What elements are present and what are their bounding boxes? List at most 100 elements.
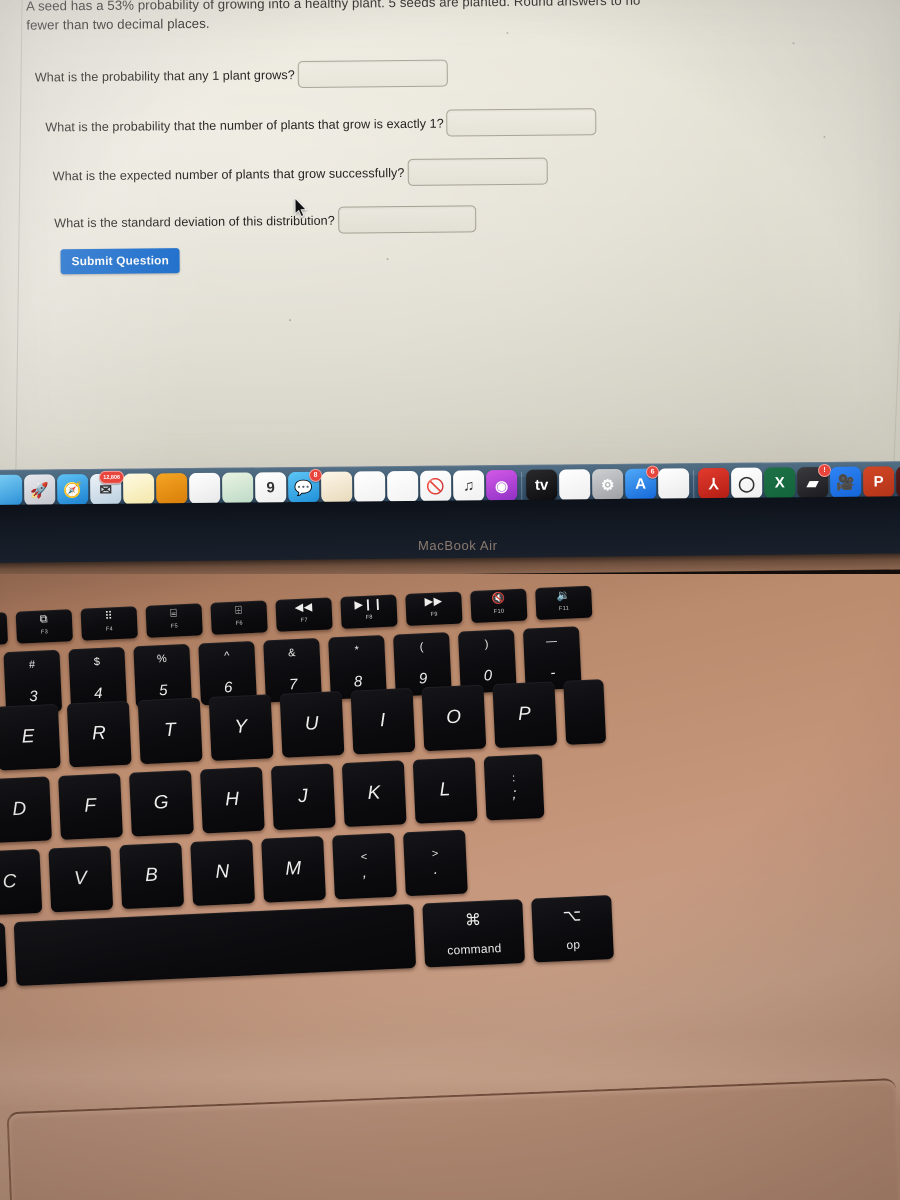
dock-separator — [521, 471, 523, 500]
dock-contacts-icon[interactable] — [321, 471, 353, 508]
answer-input-4[interactable] — [337, 205, 476, 234]
f-key[interactable]: F — [58, 773, 123, 840]
answer-input-2[interactable] — [446, 108, 597, 137]
dock-no-entry-icon[interactable]: 🚫 — [420, 470, 452, 502]
semicolon-key[interactable]: :; — [483, 754, 545, 821]
t-key[interactable]: T — [137, 697, 203, 765]
dock-podcasts-icon[interactable]: ◉ — [486, 469, 518, 502]
macbook-model-label: MacBook Air — [418, 538, 498, 553]
key-letter: V — [73, 867, 88, 890]
keyboard-dim-key[interactable]: ⌸ F5 — [145, 603, 203, 638]
dock-mail-icon[interactable]: ✉ 12,806 — [90, 470, 125, 510]
key-letter: K — [367, 782, 382, 804]
brightness-up-key[interactable]: ☀F2 — [0, 612, 9, 647]
y-key[interactable]: Y — [208, 694, 274, 761]
period-key[interactable]: >. — [403, 829, 468, 897]
dock-maps-icon[interactable] — [222, 472, 254, 509]
r-key[interactable]: R — [66, 700, 132, 768]
dock-photos-icon[interactable] — [658, 468, 690, 500]
dock-system-preferences-icon[interactable]: ⚙ — [592, 468, 624, 501]
keyboard-bright-key[interactable]: ⌹ F6 — [210, 600, 268, 635]
dock-launchpad-icon[interactable]: 🚀 — [24, 474, 56, 506]
o-key[interactable]: O — [421, 684, 487, 752]
key-shift-glyph: $ — [93, 655, 101, 669]
space-key[interactable] — [13, 903, 417, 987]
dock-zoom-icon[interactable]: 🎥 — [830, 466, 862, 503]
comma-key[interactable]: <, — [332, 832, 397, 900]
key-main-glyph: 9 — [418, 670, 428, 688]
n-key[interactable]: N — [190, 839, 256, 906]
dock-reminders-icon[interactable] — [189, 472, 221, 505]
play-pause-key[interactable]: ▶❙❙ F8 — [340, 594, 398, 629]
j-key[interactable]: J — [270, 763, 336, 831]
dock-appletv-icon[interactable]: tv — [526, 469, 558, 501]
question-row-3: What is the expected number of plants th… — [53, 157, 548, 190]
question-prompt: A seed has a 53% probability of growing … — [26, 0, 641, 33]
right-option-key[interactable]: ⌥ op — [531, 895, 614, 963]
dock-separator — [693, 469, 695, 498]
answer-input-3[interactable] — [407, 157, 548, 186]
d-key[interactable]: D — [0, 776, 53, 844]
mute-key[interactable]: 🔇 F10 — [470, 588, 528, 624]
dock-powerpoint-icon[interactable]: P — [863, 466, 895, 503]
e-key[interactable]: E — [0, 703, 61, 771]
v-key[interactable]: V — [48, 845, 114, 913]
dock-acrobat-icon[interactable]: ⅄ — [698, 467, 730, 505]
m-key[interactable]: M — [261, 836, 326, 903]
key-shift-glyph: < — [360, 851, 368, 864]
key-shift-glyph: : — [511, 772, 516, 785]
g-key[interactable]: G — [129, 769, 194, 837]
dock-app-store-icon[interactable]: A6 — [625, 465, 660, 500]
launchpad-key[interactable]: ⠿ F4 — [80, 606, 138, 641]
u-key[interactable]: U — [279, 691, 345, 758]
i-key[interactable]: I — [350, 687, 416, 755]
dock-wolfram-icon[interactable]: ✎ — [896, 465, 900, 498]
key-main-glyph: 6 — [223, 678, 233, 697]
dock-disk-utility-icon[interactable]: ◯ — [731, 467, 763, 504]
notes-icon — [123, 473, 155, 505]
dock-safari-icon[interactable]: 🧭 — [57, 474, 89, 506]
key-glyph: ▶▶ — [424, 595, 443, 609]
question-row-1: What is the probability that any 1 plant… — [35, 59, 448, 91]
question-row-2: What is the probability that the number … — [45, 108, 597, 140]
bracket-open-key[interactable] — [563, 679, 607, 745]
key-main-glyph: , — [362, 864, 368, 882]
mission-control-key[interactable]: ⧉ F3 — [15, 609, 73, 644]
key-fn-label: F10 — [493, 608, 505, 616]
dock-books-icon[interactable] — [156, 473, 188, 505]
dock-notes-icon[interactable] — [123, 473, 155, 505]
dock-messages-icon[interactable]: 💬 8 — [288, 468, 323, 504]
key-shift-glyph: ) — [484, 638, 489, 651]
dock-numbers-icon[interactable] — [387, 470, 419, 503]
b-key[interactable]: B — [119, 842, 185, 910]
key-main-glyph: 3 — [28, 687, 39, 706]
c-key[interactable]: C — [0, 848, 43, 916]
dock-music-icon[interactable]: ♫ — [453, 470, 485, 502]
rewind-key[interactable]: ◀◀ F7 — [275, 597, 333, 632]
answer-input-1[interactable] — [297, 59, 448, 89]
dock-chrome-icon[interactable] — [354, 471, 386, 508]
acrobat-icon: ⅄ — [698, 467, 730, 500]
quiz-page: A seed has a 53% probability of growing … — [26, 0, 886, 275]
launchpad-icon: 🚀 — [24, 474, 56, 506]
submit-question-button[interactable]: Submit Question — [60, 248, 181, 275]
fast-forward-key[interactable]: ▶▶ F9 — [405, 591, 463, 627]
l-key[interactable]: L — [412, 757, 478, 824]
right-command-key[interactable]: ⌘ command — [422, 899, 526, 968]
question-row-4: What is the standard deviation of this d… — [54, 205, 476, 236]
books-icon — [156, 473, 188, 505]
left-command-key[interactable]: ⌘mand — [0, 922, 8, 992]
dock-finder-icon[interactable] — [0, 474, 23, 510]
dock-keynote-icon[interactable] — [559, 469, 591, 501]
h-key[interactable]: H — [199, 766, 265, 834]
dock-external-drive-icon[interactable]: ▰! — [797, 463, 832, 504]
dock-excel-icon[interactable]: X — [764, 467, 796, 504]
key-fn-label: F3 — [40, 629, 49, 636]
k-key[interactable]: K — [341, 760, 407, 828]
command-symbol-icon: ⌘ — [464, 911, 482, 930]
dock-calendar-icon[interactable]: 9 — [255, 472, 287, 504]
wolfram-icon: ✎ — [896, 465, 900, 498]
volume-down-key[interactable]: 🔉 F11 — [535, 585, 593, 621]
key-letter: L — [439, 779, 452, 801]
p-key[interactable]: P — [492, 681, 558, 749]
